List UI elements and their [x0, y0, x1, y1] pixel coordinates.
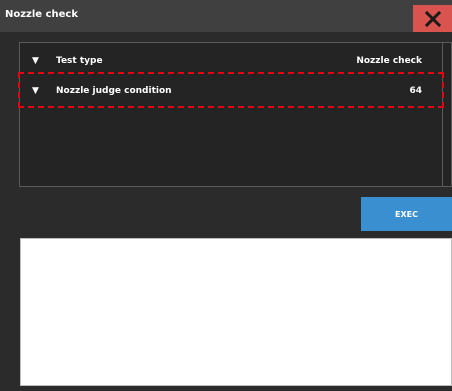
- close-button[interactable]: [413, 5, 452, 32]
- highlight-outline: [18, 72, 444, 108]
- exec-button[interactable]: EXEC: [361, 197, 452, 231]
- setting-label: Test type: [56, 56, 103, 66]
- triangle-down-icon[interactable]: ▼: [32, 56, 42, 66]
- setting-row-test-type[interactable]: ▼ Test type Nozzle check: [20, 49, 442, 73]
- close-icon: [424, 10, 441, 27]
- result-log-area[interactable]: [20, 238, 452, 386]
- setting-value: Nozzle check: [356, 56, 422, 66]
- window-title: Nozzle check: [5, 9, 78, 20]
- settings-panel: ▼ Test type Nozzle check ▼ Nozzle judge …: [19, 42, 452, 187]
- title-bar: Nozzle check: [0, 0, 452, 32]
- panel-scroll-divider: [442, 43, 443, 186]
